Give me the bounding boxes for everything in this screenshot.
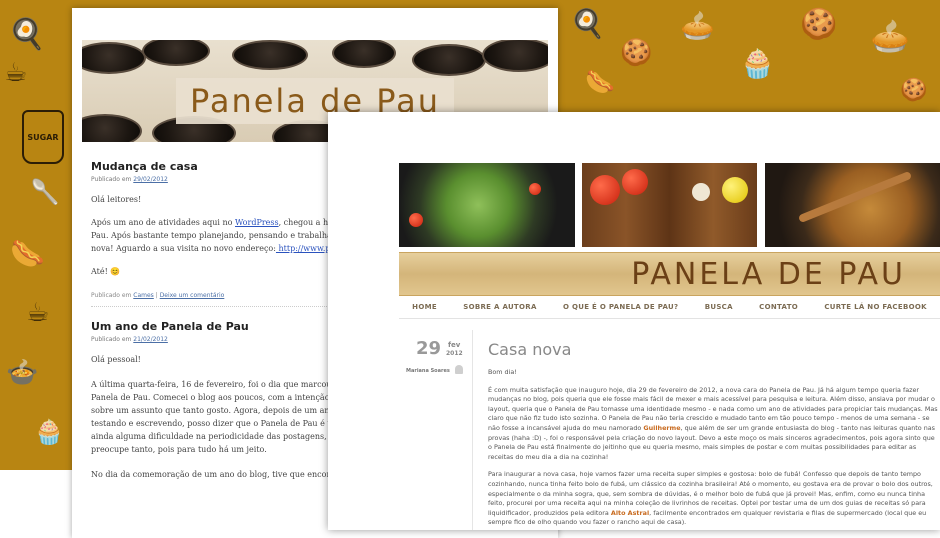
tomato-image — [529, 183, 541, 195]
new-blog-window: PANELA DE PAU HOME SOBRE A AUTORA O QUE … — [328, 112, 940, 530]
post-year: 2012 — [446, 350, 463, 357]
post-body: Bom dia! É com muita satisfação que inau… — [488, 368, 940, 530]
pan-image — [142, 40, 210, 66]
post-paragraph: É com muita satisfação que inauguro hoje… — [488, 385, 938, 461]
cake-doodle: 🧁 — [34, 418, 64, 446]
cookie-doodle: 🍪 — [900, 78, 928, 103]
pie-doodle: 🥧 — [680, 9, 715, 42]
pan-image — [332, 40, 396, 68]
wooden-spoon-image — [797, 170, 913, 224]
pot-doodle: 🍲 — [6, 358, 39, 388]
sausage-doodle: 🌭 — [585, 68, 615, 96]
main-nav: HOME SOBRE A AUTORA O QUE É O PANELA DE … — [399, 298, 940, 316]
tomato-image — [622, 169, 648, 195]
coffee-doodle: ☕ — [26, 298, 50, 328]
new-blog-title: PANELA DE PAU — [631, 257, 906, 292]
nav-contato[interactable]: CONTATO — [759, 303, 798, 311]
comment-link[interactable]: Deixe um comentário — [160, 292, 225, 299]
cookie-doodle: 🍪 — [620, 38, 653, 68]
cutting-board-photo — [582, 163, 757, 247]
post-author[interactable]: Mariana Soares — [406, 368, 450, 374]
pan-image — [482, 40, 548, 72]
wordpress-link[interactable]: WordPress — [235, 218, 279, 227]
pan-image — [82, 42, 146, 74]
post-title[interactable]: Casa nova — [488, 340, 571, 359]
pie-doodle: 🥧 — [870, 17, 910, 55]
pan-image — [232, 40, 308, 70]
post-month: fev — [448, 341, 461, 349]
spoon-doodle: 🥄 — [30, 178, 60, 206]
nav-home[interactable]: HOME — [412, 303, 437, 311]
teacup-doodle: ☕ — [4, 58, 28, 88]
post-greeting: Bom dia! — [488, 368, 517, 376]
nav-busca[interactable]: BUSCA — [705, 303, 733, 311]
alto-astral-link[interactable]: Alto Astral — [611, 509, 649, 517]
user-icon — [455, 365, 463, 374]
croutons-pan-photo — [765, 163, 940, 247]
frying-pan-doodle: 🍳 — [8, 17, 46, 52]
post-column-divider — [472, 330, 473, 530]
new-blog-banner: PANELA DE PAU — [399, 252, 940, 296]
post-day: 29 — [416, 338, 442, 359]
sugar-jar-doodle: SUGAR — [22, 110, 64, 164]
cookie-doodle: 🍪 — [800, 7, 838, 42]
pan-image — [412, 44, 486, 76]
tomato-image — [590, 175, 620, 205]
nav-facebook[interactable]: CURTE LÁ NO FACEBOOK — [824, 303, 926, 311]
muffin-doodle: 🧁 — [740, 47, 775, 80]
nav-sobre-a-autora[interactable]: SOBRE A AUTORA — [463, 303, 536, 311]
nav-divider — [399, 318, 940, 319]
hotdog-doodle: 🌭 — [10, 237, 45, 270]
lemon-image — [722, 177, 748, 203]
category-link[interactable]: Cames — [133, 292, 154, 299]
guilherme-link[interactable]: Guilherme — [643, 424, 680, 432]
pan-doodle: 🍳 — [570, 7, 605, 40]
garlic-image — [692, 183, 710, 201]
salad-bowl-photo — [399, 163, 575, 247]
nav-o-que-e[interactable]: O QUE É O PANELA DE PAU? — [563, 303, 678, 311]
post-paragraph: Para inaugurar a nova casa, hoje vamos f… — [488, 470, 933, 527]
post-date-link[interactable]: 29/02/2012 — [133, 176, 168, 183]
post-date-link[interactable]: 21/02/2012 — [133, 336, 168, 343]
tomato-image — [409, 213, 423, 227]
